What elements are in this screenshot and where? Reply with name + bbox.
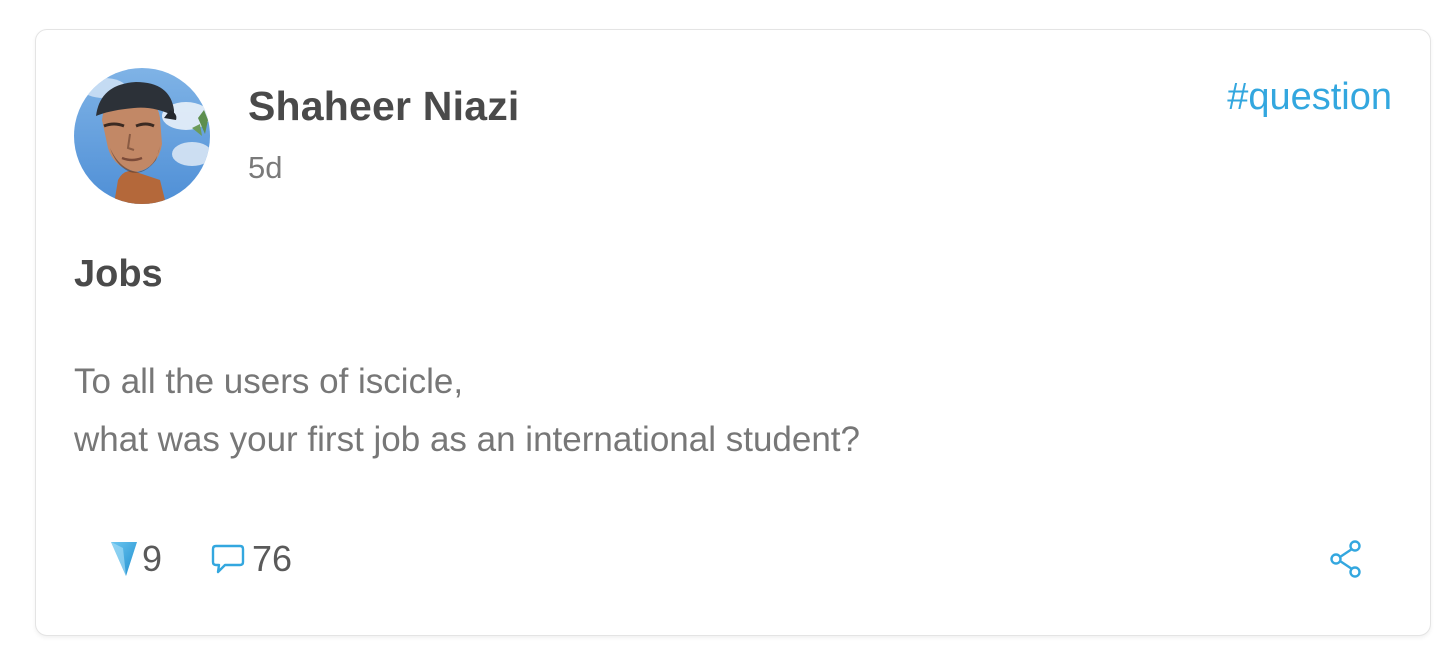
comment-count: 76 [252, 538, 293, 579]
post-actions: 9 76 [108, 535, 292, 583]
share-button[interactable] [1328, 540, 1364, 578]
post-body-line: To all the users of iscicle, [74, 362, 464, 401]
post-card[interactable]: Shaheer Niazi 5d #question Jobs To all t… [35, 29, 1431, 636]
author-avatar[interactable] [74, 68, 210, 204]
post-body-line: what was your first job as an internatio… [74, 420, 860, 459]
upvote-arrow-icon [111, 542, 137, 576]
avatar-photo [74, 68, 210, 204]
upvote-count: 9 [142, 538, 163, 579]
comment-bubble-icon [211, 544, 245, 574]
author-name[interactable]: Shaheer Niazi [248, 83, 519, 130]
post-timestamp: 5d [248, 150, 283, 185]
post-title[interactable]: Jobs [74, 253, 163, 296]
comments-button[interactable]: 76 [210, 538, 292, 580]
post-tag-link[interactable]: #question [1227, 76, 1392, 119]
post-body[interactable]: To all the users of iscicle, what was yo… [74, 353, 860, 469]
upvote-button[interactable]: 9 [108, 538, 162, 580]
share-icon [1330, 540, 1361, 578]
